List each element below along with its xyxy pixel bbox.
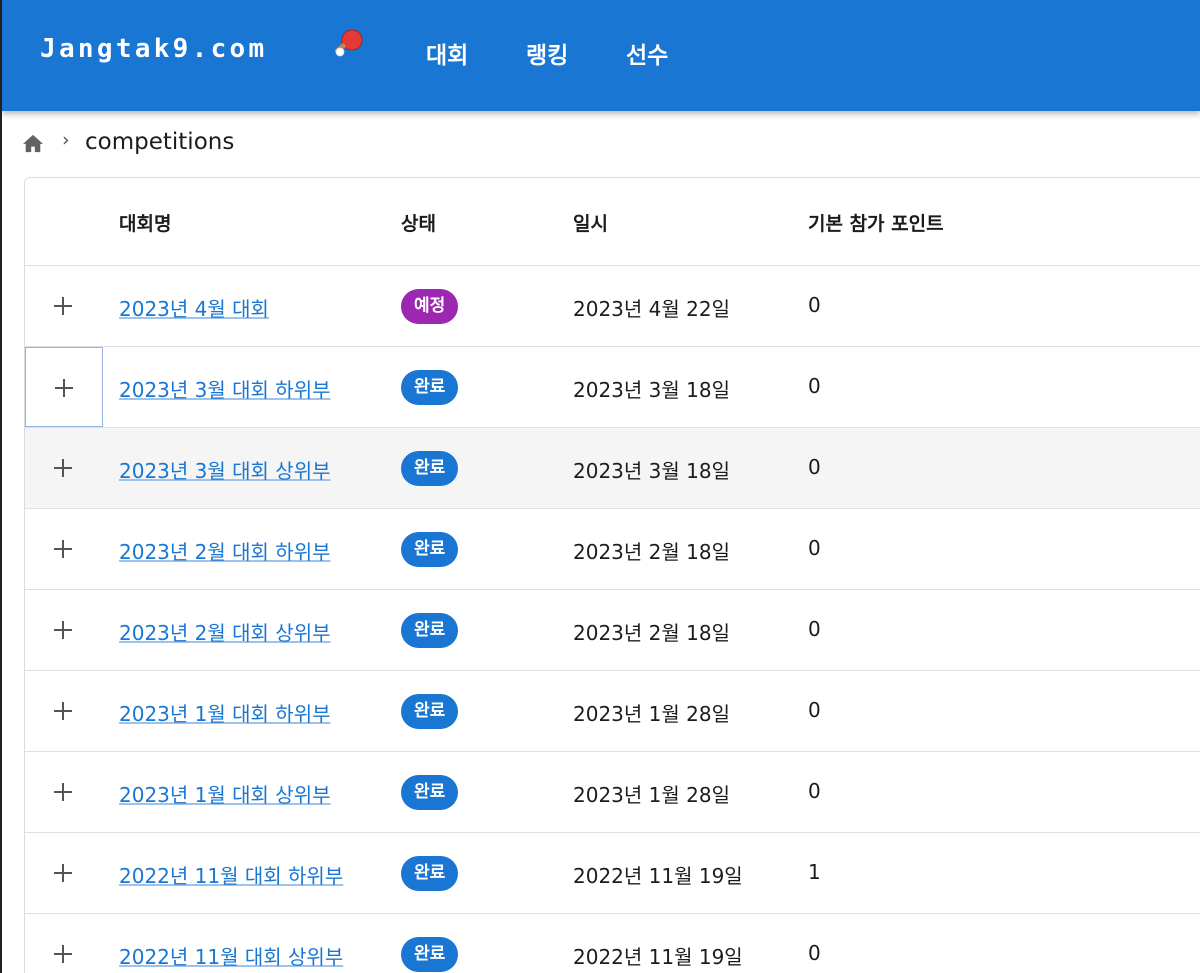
competition-points: 0	[808, 617, 821, 641]
breadcrumb: › competitions	[22, 129, 622, 159]
breadcrumb-separator: ›	[62, 129, 70, 151]
competition-date: 2023년 3월 18일	[573, 378, 730, 402]
competition-date: 2023년 1월 28일	[573, 783, 730, 807]
competition-link[interactable]: 2023년 1월 대회 상위부	[119, 779, 331, 808]
status-badge: 완료	[401, 856, 459, 891]
status-badge: 완료	[401, 775, 459, 810]
status-badge: 완료	[401, 451, 459, 486]
header-date: 일시	[573, 213, 608, 235]
table-row: 2023년 3월 대회 하위부 완료 2023년 3월 18일 0	[25, 347, 1200, 428]
competition-points: 1	[808, 860, 821, 884]
expand-row-button[interactable]	[25, 590, 103, 670]
table-header: 대회명 상태 일시 기본 참가 포인트	[25, 178, 1200, 266]
expand-row-button[interactable]	[25, 671, 103, 751]
ping-pong-paddle-icon	[334, 29, 363, 57]
table-row: 2023년 3월 대회 상위부 완료 2023년 3월 18일 0	[25, 428, 1200, 509]
brand-logo-link[interactable]: Jangtak9.com	[40, 34, 267, 64]
competition-link[interactable]: 2022년 11월 대회 상위부	[119, 941, 343, 970]
expand-row-button[interactable]	[25, 833, 103, 913]
competition-points: 0	[808, 941, 821, 965]
expand-row-button[interactable]	[25, 752, 103, 832]
table-row: 2023년 1월 대회 상위부 완료 2023년 1월 28일 0	[25, 752, 1200, 833]
competition-link[interactable]: 2023년 3월 대회 상위부	[119, 455, 331, 484]
competition-points: 0	[808, 293, 821, 317]
competition-link[interactable]: 2022년 11월 대회 하위부	[119, 860, 343, 889]
nav-competitions[interactable]: 대회	[426, 36, 468, 70]
status-badge: 완료	[401, 694, 459, 729]
competition-points: 0	[808, 698, 821, 722]
status-badge: 완료	[401, 613, 459, 648]
status-badge: 완료	[401, 532, 459, 567]
competition-date: 2023년 2월 18일	[573, 621, 730, 645]
expand-row-button[interactable]	[25, 509, 103, 589]
table-row: 2023년 1월 대회 하위부 완료 2023년 1월 28일 0	[25, 671, 1200, 752]
competitions-table: 대회명 상태 일시 기본 참가 포인트 2023년 4월 대회 예정 2023년…	[24, 177, 1200, 973]
competition-points: 0	[808, 779, 821, 803]
table-row: 2023년 2월 대회 상위부 완료 2023년 2월 18일 0	[25, 590, 1200, 671]
table-row: 2023년 2월 대회 하위부 완료 2023년 2월 18일 0	[25, 509, 1200, 590]
nav-players[interactable]: 선수	[626, 36, 668, 70]
header-status: 상태	[401, 213, 436, 235]
table-row: 2022년 11월 대회 하위부 완료 2022년 11월 19일 1	[25, 833, 1200, 914]
competition-points: 0	[808, 455, 821, 479]
expand-row-button[interactable]	[25, 914, 103, 973]
home-icon[interactable]	[22, 133, 44, 153]
table-row: 2022년 11월 대회 상위부 완료 2022년 11월 19일 0	[25, 914, 1200, 973]
competition-date: 2023년 1월 28일	[573, 702, 730, 726]
competition-points: 0	[808, 374, 821, 398]
competition-points: 0	[808, 536, 821, 560]
competition-date: 2023년 2월 18일	[573, 540, 730, 564]
competition-date: 2023년 4월 22일	[573, 297, 730, 321]
competition-link[interactable]: 2023년 4월 대회	[119, 293, 269, 322]
status-badge: 완료	[401, 937, 459, 972]
header-name: 대회명	[119, 213, 172, 235]
competition-date: 2022년 11월 19일	[573, 945, 743, 969]
expand-row-button[interactable]	[25, 428, 103, 508]
table-row: 2023년 4월 대회 예정 2023년 4월 22일 0	[25, 266, 1200, 347]
nav-ranking[interactable]: 랭킹	[526, 36, 568, 70]
header-points: 기본 참가 포인트	[808, 213, 944, 235]
competition-link[interactable]: 2023년 2월 대회 하위부	[119, 536, 331, 565]
competition-link[interactable]: 2023년 3월 대회 하위부	[119, 374, 331, 403]
window-edge	[0, 0, 2, 973]
app-bar: Jangtak9.com 대회 랭킹 선수	[2, 0, 1200, 111]
expand-row-button[interactable]	[25, 347, 103, 427]
competition-date: 2022년 11월 19일	[573, 864, 743, 888]
competition-link[interactable]: 2023년 1월 대회 하위부	[119, 698, 331, 727]
competition-link[interactable]: 2023년 2월 대회 상위부	[119, 617, 331, 646]
status-badge: 예정	[401, 289, 459, 324]
status-badge: 완료	[401, 370, 459, 405]
expand-row-button[interactable]	[25, 266, 103, 346]
competition-date: 2023년 3월 18일	[573, 459, 730, 483]
breadcrumb-current: competitions	[85, 129, 235, 155]
